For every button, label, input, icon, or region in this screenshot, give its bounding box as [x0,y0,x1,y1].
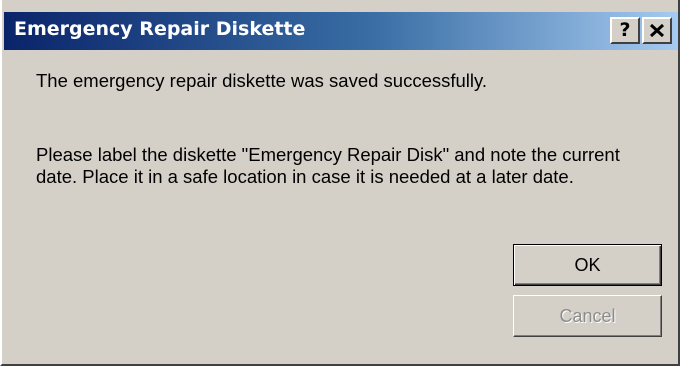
help-button[interactable]: ? [610,17,640,44]
title-bar[interactable]: Emergency Repair Diskette ? [4,12,678,50]
close-button[interactable] [642,17,672,44]
help-icon: ? [619,19,631,41]
cancel-button-label: Cancel [559,305,616,326]
emergency-repair-dialog: Emergency Repair Diskette ? The emergenc… [0,0,680,366]
window-title: Emergency Repair Diskette [14,18,306,40]
success-message: The emergency repair diskette was saved … [36,70,488,91]
cancel-button[interactable]: Cancel [513,295,662,337]
ok-button-label: OK [574,254,601,275]
instruction-message: Please label the diskette "Emergency Rep… [36,144,620,187]
ok-button[interactable]: OK [513,244,662,286]
close-icon [649,23,665,38]
